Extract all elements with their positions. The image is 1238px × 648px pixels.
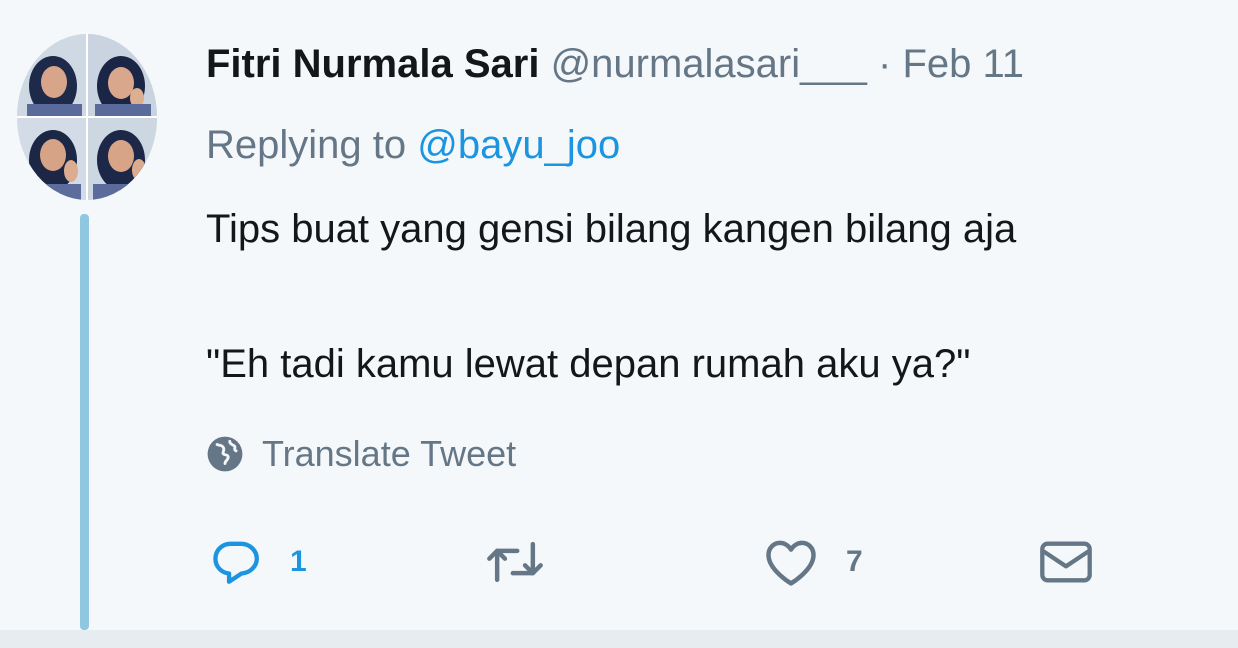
tweet-header: Fitri Nurmala Sari @nurmalasari___ · Feb… bbox=[206, 40, 1024, 88]
translate-label: Translate Tweet bbox=[262, 433, 517, 474]
like-count: 7 bbox=[846, 545, 863, 578]
reply-bubble-icon bbox=[213, 541, 259, 584]
header-separator: · bbox=[878, 42, 892, 86]
retweet-button[interactable] bbox=[486, 532, 544, 592]
direct-message-button[interactable] bbox=[1038, 532, 1094, 592]
tweet-date[interactable]: Feb 11 bbox=[902, 42, 1024, 86]
envelope-icon bbox=[1040, 541, 1092, 583]
reply-button[interactable]: 1 bbox=[210, 532, 307, 592]
avatar-collage-image bbox=[17, 34, 157, 200]
tweet-text-line-2: "Eh tadi kamu lewat depan rumah aku ya?" bbox=[206, 342, 971, 386]
like-button[interactable]: 7 bbox=[764, 532, 863, 592]
replying-to-label: Replying to bbox=[206, 123, 407, 167]
reply-count: 1 bbox=[290, 545, 307, 578]
author-handle[interactable]: @nurmalasari___ bbox=[551, 42, 867, 86]
avatar[interactable] bbox=[17, 34, 157, 200]
retweet-icon bbox=[487, 541, 543, 583]
tweet-card[interactable]: Fitri Nurmala Sari @nurmalasari___ · Feb… bbox=[0, 0, 1238, 630]
thread-connector-line bbox=[80, 214, 89, 630]
tweet-divider bbox=[0, 630, 1238, 648]
replying-to-mention[interactable]: @bayu_joo bbox=[417, 123, 620, 167]
author-name[interactable]: Fitri Nurmala Sari bbox=[206, 42, 539, 86]
tweet-text-line-1: Tips buat yang gensi bilang kangen bilan… bbox=[206, 207, 1017, 251]
globe-icon bbox=[207, 436, 243, 472]
heart-icon bbox=[766, 540, 816, 586]
replying-to-line: Replying to @bayu_joo bbox=[206, 121, 620, 169]
translate-tweet-link[interactable]: Translate Tweet bbox=[206, 430, 516, 478]
